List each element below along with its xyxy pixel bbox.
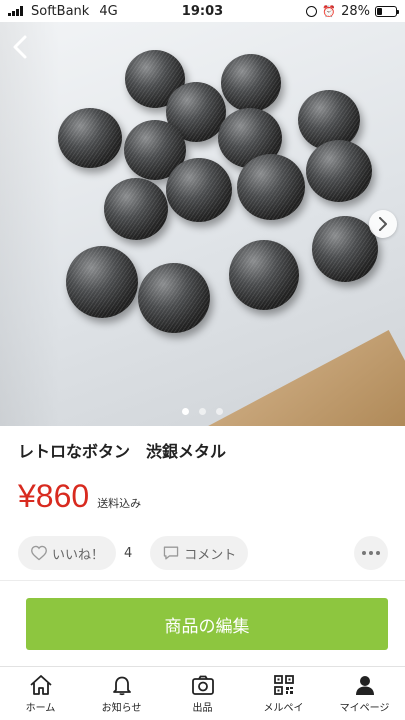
like-button[interactable]: いいね！ — [18, 536, 117, 570]
shipping-note: 送料込み — [97, 497, 142, 510]
status-bar: SoftBank 4G 19:03 ⏰ 28% — [0, 0, 405, 22]
item-price: ¥860 — [18, 478, 90, 514]
next-photo-button[interactable] — [369, 210, 397, 238]
person-icon — [355, 675, 374, 695]
comment-label: コメント — [184, 547, 237, 563]
nav-mypage-label: マイページ — [339, 702, 390, 714]
orientation-lock-icon — [306, 5, 318, 17]
item-actions: いいね！ 4 コメント — [18, 536, 388, 570]
more-dots-icon — [362, 551, 366, 555]
battery-fill — [377, 7, 383, 15]
price-row: ¥860 送料込み — [18, 478, 141, 515]
signal-icon — [8, 6, 23, 16]
button-bead — [58, 108, 122, 168]
back-button[interactable] — [10, 34, 36, 60]
nav-sell[interactable]: 出品 — [162, 667, 243, 720]
status-left: SoftBank 4G — [8, 4, 158, 19]
pagination-dot[interactable] — [182, 408, 189, 415]
battery-percent: 28% — [341, 3, 370, 19]
item-title: レトロなボタン 渋銀メタル — [18, 442, 227, 461]
photo-pagination[interactable] — [0, 408, 405, 415]
like-label: いいね！ — [52, 547, 105, 563]
more-options-button[interactable] — [354, 536, 388, 570]
carrier-name: SoftBank — [31, 3, 90, 19]
button-bead — [229, 240, 299, 310]
heart-icon — [31, 545, 47, 561]
nav-sell-label: 出品 — [192, 702, 213, 714]
battery-icon — [375, 5, 399, 17]
button-bead — [166, 158, 232, 222]
product-photo[interactable] — [0, 22, 405, 426]
alarm-icon: ⏰ — [322, 4, 337, 18]
chevron-left-icon — [13, 35, 27, 59]
button-bead — [306, 140, 372, 202]
comment-icon — [164, 546, 179, 560]
comment-button[interactable]: コメント — [150, 536, 249, 570]
camera-icon — [191, 675, 214, 695]
nav-mypage[interactable]: マイページ — [324, 667, 405, 720]
nav-home-label: ホーム — [25, 702, 56, 714]
button-bead — [312, 216, 378, 282]
qr-code-icon — [273, 674, 294, 695]
pagination-dot[interactable] — [216, 408, 223, 415]
network-type: 4G — [99, 3, 118, 19]
button-bead — [237, 154, 305, 220]
bell-icon — [112, 676, 131, 695]
nav-merpay[interactable]: メルペイ — [243, 667, 324, 720]
nav-home[interactable]: ホーム — [0, 667, 81, 720]
nav-notifications-label: お知らせ — [101, 702, 142, 714]
bottom-nav: ホーム お知らせ 出品 メルペイ マイページ — [0, 666, 405, 720]
nav-merpay-label: メルペイ — [263, 702, 304, 714]
chevron-right-icon — [379, 217, 387, 231]
divider — [0, 580, 405, 581]
pagination-dot[interactable] — [199, 408, 206, 415]
home-icon — [29, 674, 52, 695]
edit-item-button[interactable]: 商品の編集 — [26, 598, 388, 650]
status-right: ⏰ 28% — [306, 3, 399, 19]
button-bead — [138, 263, 210, 333]
button-bead — [221, 54, 281, 112]
button-bead — [66, 246, 138, 318]
button-bead — [104, 178, 168, 240]
like-count: 4 — [124, 545, 133, 561]
nav-notifications[interactable]: お知らせ — [81, 667, 162, 720]
